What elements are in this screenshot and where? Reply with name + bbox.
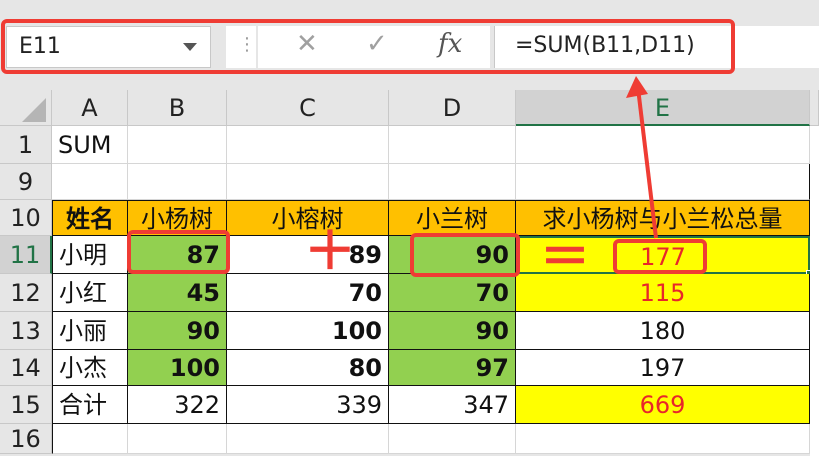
row-header-12[interactable]: 12	[0, 274, 52, 312]
cell-b15[interactable]: 322	[128, 386, 227, 424]
cell-c1[interactable]	[227, 126, 389, 164]
cell-d15[interactable]: 347	[389, 386, 516, 424]
row-header-1[interactable]: 1	[0, 126, 52, 164]
column-f-strip	[810, 126, 819, 456]
cell-c15[interactable]: 339	[227, 386, 389, 424]
cell-b1[interactable]	[128, 126, 227, 164]
cell-e13[interactable]: 180	[516, 312, 810, 350]
cell-c16[interactable]	[227, 424, 389, 454]
row-header-11[interactable]: 11	[0, 236, 52, 274]
header-xiaolanshu[interactable]: 小兰树	[389, 200, 516, 236]
cell-b13[interactable]: 90	[128, 312, 227, 350]
cell-d14[interactable]: 97	[389, 350, 516, 386]
cell-e15[interactable]: 669	[516, 386, 810, 424]
column-header-f[interactable]	[810, 90, 819, 126]
cell-a11[interactable]: 小明	[52, 236, 128, 274]
cell-c9[interactable]	[227, 164, 389, 200]
column-header-b[interactable]: B	[128, 90, 227, 126]
column-header-c[interactable]: C	[227, 90, 389, 126]
plus-annotation: ＋	[304, 222, 357, 282]
cell-b16[interactable]	[128, 424, 227, 454]
row-header-13[interactable]: 13	[0, 312, 52, 350]
cell-a15[interactable]: 合计	[52, 386, 128, 424]
select-all-corner[interactable]	[0, 90, 52, 126]
cell-d16[interactable]	[389, 424, 516, 454]
row-header-15[interactable]: 15	[0, 386, 52, 424]
cell-b9[interactable]	[128, 164, 227, 200]
row-header-16[interactable]: 16	[0, 424, 52, 454]
cell-a16[interactable]	[52, 424, 128, 454]
cell-a1[interactable]: SUM	[52, 126, 128, 164]
highlight-b11	[127, 230, 230, 274]
header-name[interactable]: 姓名	[52, 200, 128, 236]
cell-d1[interactable]	[389, 126, 516, 164]
cell-a9[interactable]	[52, 164, 128, 200]
cell-d13[interactable]: 90	[389, 312, 516, 350]
cell-a12[interactable]: 小红	[52, 274, 128, 312]
cell-a13[interactable]: 小丽	[52, 312, 128, 350]
column-header-a[interactable]: A	[52, 90, 128, 126]
highlight-d11	[410, 233, 520, 277]
cell-b14[interactable]: 100	[128, 350, 227, 386]
cell-c13[interactable]: 100	[227, 312, 389, 350]
equals-annotation: ＝	[540, 228, 590, 286]
row-header-9[interactable]: 9	[0, 164, 52, 200]
row-header-14[interactable]: 14	[0, 350, 52, 386]
cell-a14[interactable]: 小杰	[52, 350, 128, 386]
formula-highlight-box	[1, 19, 735, 74]
cell-d12[interactable]: 70	[389, 274, 516, 312]
cell-b12[interactable]: 45	[128, 274, 227, 312]
cell-d9[interactable]	[389, 164, 516, 200]
cell-e16[interactable]	[516, 424, 810, 454]
row-header-10[interactable]: 10	[0, 200, 52, 236]
column-header-d[interactable]: D	[389, 90, 516, 126]
cell-c14[interactable]: 80	[227, 350, 389, 386]
arrow-annotation	[626, 76, 658, 239]
select-all-triangle-icon	[22, 98, 46, 122]
cell-e14[interactable]: 197	[516, 350, 810, 386]
